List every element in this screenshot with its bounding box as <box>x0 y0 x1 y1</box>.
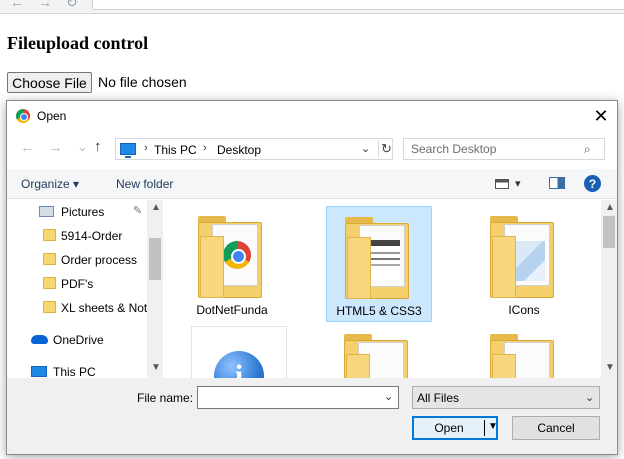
refresh-icon[interactable]: ↻ <box>378 140 394 158</box>
nav-item-label: Order process <box>61 253 138 267</box>
file-name-combobox: ⌄ <box>197 386 399 409</box>
folder-icon <box>490 216 558 298</box>
pin-icon[interactable]: ✎ <box>133 204 142 217</box>
files-pane: DotNetFunda HTML5 & CSS3 ICons i <box>164 200 601 378</box>
file-name: HTML5 & CSS3 <box>336 304 422 318</box>
file-type-select[interactable]: All Files ⌄ <box>412 386 600 409</box>
open-file-dialog: Open ✕ ← → ⌄ ↑ › This PC › Desktop ⌄ ↻ ⌕… <box>6 100 618 455</box>
file-name-label: File name: <box>137 391 194 405</box>
document-thumbnail-icon <box>368 240 400 280</box>
folder-icon <box>43 229 56 241</box>
nav-item-xl-sheets[interactable]: XL sheets & Not <box>7 297 147 319</box>
folder-icon <box>43 301 56 313</box>
chevron-down-icon[interactable]: ⌄ <box>384 390 393 403</box>
breadcrumb-desktop[interactable]: Desktop <box>217 143 261 157</box>
file-item-info[interactable]: i <box>191 326 287 378</box>
scroll-up-icon[interactable]: ▲ <box>151 202 161 213</box>
change-view-button[interactable]: ▾ <box>495 177 521 190</box>
recent-locations-icon[interactable]: ⌄ <box>77 139 88 155</box>
view-icon <box>495 179 509 190</box>
nav-item-5914-order[interactable]: 5914-Order <box>7 225 147 247</box>
search-input[interactable] <box>405 140 580 158</box>
folder-icon <box>43 253 56 265</box>
open-button-label: Open <box>434 421 464 435</box>
scroll-thumb[interactable] <box>603 216 615 248</box>
chevron-down-icon: ⌄ <box>585 392 595 404</box>
address-path[interactable]: › This PC › Desktop ⌄ ↻ <box>115 138 393 160</box>
folder-icon <box>198 216 266 298</box>
file-item-html5-css3[interactable]: HTML5 & CSS3 <box>326 206 432 322</box>
browser-toolbar: ← → ↻ <box>0 0 624 14</box>
file-item-folder[interactable] <box>472 326 578 378</box>
scroll-down-icon[interactable]: ▼ <box>151 362 161 373</box>
close-button[interactable]: ✕ <box>587 103 615 129</box>
new-folder-button[interactable]: New folder <box>116 177 173 191</box>
open-button[interactable]: Open ▼ <box>412 416 498 440</box>
up-arrow-icon[interactable]: ↑ <box>94 138 102 155</box>
dialog-footer: File name: ⌄ All Files ⌄ Open ▼ Cancel <box>7 378 617 454</box>
cloud-icon <box>31 335 48 344</box>
info-icon: i <box>214 351 264 378</box>
file-item-icons[interactable]: ICons <box>472 206 578 322</box>
help-icon[interactable]: ? <box>584 175 601 192</box>
scroll-down-icon[interactable]: ▼ <box>605 362 615 373</box>
back-arrow-icon[interactable]: ← <box>20 139 35 156</box>
nav-item-onedrive[interactable]: OneDrive <box>7 329 147 351</box>
breadcrumb-this-pc[interactable]: This PC <box>154 143 197 157</box>
folder-icon <box>345 217 413 299</box>
reload-icon[interactable]: ↻ <box>66 0 78 11</box>
file-name: ICons <box>508 303 540 317</box>
files-pane-scrollbar[interactable]: ▲ ▼ <box>601 200 617 378</box>
dialog-titlebar[interactable]: Open ✕ <box>7 101 617 131</box>
search-box: ⌕ <box>403 138 605 160</box>
scroll-up-icon[interactable]: ▲ <box>605 202 615 213</box>
no-file-chosen-text: No file chosen <box>98 74 187 90</box>
scroll-thumb[interactable] <box>149 238 161 280</box>
forward-arrow-icon[interactable]: → <box>48 139 63 156</box>
back-arrow-icon[interactable]: ← <box>10 0 24 10</box>
choose-file-button[interactable]: Choose File <box>7 72 92 93</box>
dialog-toolbar: Organize ▾ New folder ▾ ? <box>7 169 617 199</box>
forward-arrow-icon[interactable]: → <box>38 0 52 10</box>
nav-item-label: 5914-Order <box>61 229 123 243</box>
split-divider <box>484 420 485 436</box>
computer-icon <box>31 366 47 377</box>
dialog-title: Open <box>37 109 67 123</box>
file-type-value: All Files <box>417 391 460 405</box>
nav-pane-scrollbar[interactable]: ▲ ▼ <box>147 200 163 378</box>
chevron-down-icon: ▾ <box>515 178 521 190</box>
nav-item-pictures[interactable]: Pictures ✎ <box>7 201 147 223</box>
folder-icon <box>490 334 558 378</box>
nav-item-this-pc[interactable]: This PC <box>7 361 147 378</box>
search-icon[interactable]: ⌕ <box>584 142 591 157</box>
folder-icon <box>43 277 56 289</box>
breadcrumb-separator: › <box>203 142 207 154</box>
nav-item-order-process[interactable]: Order process <box>7 249 147 271</box>
computer-icon <box>120 143 136 158</box>
organize-button[interactable]: Organize ▾ <box>21 177 79 191</box>
file-name-input[interactable] <box>198 387 378 408</box>
preview-pane-icon[interactable] <box>549 177 565 189</box>
page-title: Fileupload control <box>7 33 149 53</box>
breadcrumb-separator: › <box>144 142 148 154</box>
chrome-icon <box>223 241 251 269</box>
chevron-down-icon[interactable]: ▼ <box>488 421 498 432</box>
nav-item-label: OneDrive <box>53 333 104 347</box>
file-item-folder[interactable] <box>326 326 432 378</box>
nav-item-label: This PC <box>53 365 96 378</box>
folder-icon <box>344 334 412 378</box>
nav-item-label: Pictures <box>61 205 105 219</box>
nav-item-label: XL sheets & Not <box>61 301 148 315</box>
nav-item-pdfs[interactable]: PDF's <box>7 273 147 295</box>
document-thumbnail-icon <box>515 241 545 281</box>
chrome-icon <box>16 109 30 123</box>
navigation-pane: Pictures ✎ 5914-Order Order process PDF'… <box>7 200 163 378</box>
file-name: DotNetFunda <box>196 303 268 317</box>
nav-item-label: PDF's <box>61 277 94 291</box>
address-bar[interactable] <box>92 0 624 10</box>
chevron-down-icon[interactable]: ⌄ <box>361 142 370 155</box>
cancel-button[interactable]: Cancel <box>512 416 600 440</box>
file-item-dotnetfunda[interactable]: DotNetFunda <box>180 206 286 322</box>
pictures-icon <box>39 206 54 217</box>
